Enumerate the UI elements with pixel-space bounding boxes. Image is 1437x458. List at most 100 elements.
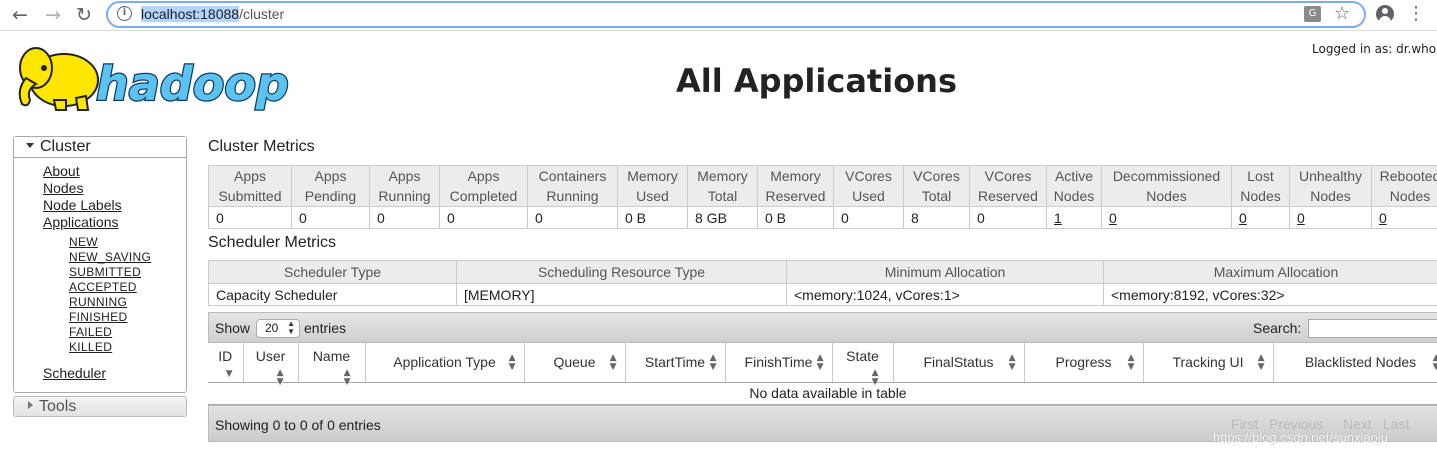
metric-link[interactable]: 0 (1109, 210, 1117, 226)
sidebar-cluster-header[interactable]: Cluster (14, 137, 186, 158)
metric-value-rebooted-nodes[interactable]: 0 (1371, 206, 1437, 229)
more-menu-icon[interactable]: ⋮ (1407, 3, 1425, 24)
sidebar-state-finished[interactable]: FINISHED (69, 310, 127, 324)
metric-value-memory-total: 8 GB (687, 206, 758, 229)
sidebar-item-about[interactable]: About (43, 163, 80, 179)
empty-table-message: No data available in table (208, 382, 1437, 405)
metric-header-containers-running: Containers Running (527, 165, 618, 207)
column-header-state[interactable]: State ▲ ▼ (832, 343, 894, 387)
sort-icon[interactable]: ▲ ▼ (509, 354, 516, 372)
entries-label: entries (304, 320, 347, 336)
metric-header-line: Used (852, 188, 885, 204)
column-header-id[interactable]: ID ▼ (208, 343, 244, 383)
forward-arrow-icon[interactable]: → (41, 3, 65, 27)
hadoop-logo[interactable]: hadoop (14, 38, 314, 112)
metric-header-line: Memory (627, 168, 678, 184)
sidebar-state-failed[interactable]: FAILED (69, 325, 112, 339)
metric-header-line: Active (1054, 168, 1094, 184)
column-header-queue[interactable]: Queue ▲ ▼ (524, 343, 626, 383)
sort-icon[interactable]: ▲ ▼ (817, 354, 824, 372)
url-text[interactable]: localhost:18088/cluster (141, 6, 284, 22)
column-header-application-type[interactable]: Application Type ▲ ▼ (365, 343, 525, 383)
metric-header-vcores-reserved: VCores Reserved (969, 165, 1047, 207)
metric-link[interactable]: 0 (1297, 210, 1305, 226)
metric-value-decommissioned-nodes[interactable]: 0 (1101, 206, 1232, 229)
translate-icon[interactable]: G (1304, 6, 1321, 22)
page-title: All Applications (676, 62, 957, 100)
sidebar-state-submitted[interactable]: SUBMITTED (69, 265, 141, 279)
reload-icon[interactable]: ↻ (72, 3, 96, 27)
column-header-finishtime[interactable]: FinishTime ▲ ▼ (725, 343, 833, 383)
apps-empty-row: No data available in table (208, 382, 1437, 405)
apps-header-row: ID ▼ User ▲ ▼ Name ▲ ▼ Application Type ▲ ▼ Queue ▲ ▼… (208, 343, 1437, 387)
search-input[interactable] (1308, 319, 1437, 338)
metric-header-line: Nodes (1389, 188, 1431, 204)
metric-header-line: Reserved (765, 188, 826, 204)
browser-toolbar: ← → ↻ i localhost:18088/cluster G ☆ ⋮ (0, 0, 1437, 31)
metric-header-line: Pending (304, 188, 357, 204)
column-label: Progress (1055, 354, 1112, 371)
url-path: /cluster (239, 6, 285, 22)
metric-value-active-nodes[interactable]: 1 (1046, 206, 1102, 229)
sort-icon[interactable]: ▲ ▼ (1433, 354, 1437, 372)
metric-header-line: Apps (467, 168, 500, 184)
sidebar-item-applications[interactable]: Applications (43, 214, 119, 230)
metric-header-line: Nodes (1310, 188, 1351, 204)
account-icon[interactable] (1376, 5, 1394, 23)
column-header-tracking-ui[interactable]: Tracking UI ▲ ▼ (1143, 343, 1274, 383)
metric-header-line: Used (636, 188, 669, 204)
metric-header-line: Running (378, 188, 431, 204)
metric-header-line: Completed (449, 188, 518, 204)
sort-icon[interactable]: ▲ ▼ (277, 369, 284, 387)
page-length-select[interactable]: 20 ▲ ▼ (256, 319, 300, 338)
bookmark-star-icon[interactable]: ☆ (1334, 3, 1350, 24)
address-bar[interactable]: i localhost:18088/cluster G ☆ (106, 1, 1366, 28)
sort-icon[interactable]: ▲ ▼ (1009, 354, 1016, 372)
metric-header-decommissioned-nodes: Decommissioned Nodes (1101, 165, 1232, 207)
sidebar-item-node-labels[interactable]: Node Labels (43, 197, 122, 213)
sidebar-state-new-saving[interactable]: NEW_SAVING (69, 250, 151, 264)
column-label: Queue (553, 354, 596, 371)
metric-value-memory-reserved: 0 B (757, 206, 834, 229)
column-header-user[interactable]: User ▲ ▼ (243, 343, 299, 387)
scheduler-header-minimum-allocation: Minimum Allocation (786, 260, 1104, 284)
watermark: https://blog.csdn.net/sunxiaoju (1213, 430, 1388, 445)
sidebar-state-new[interactable]: NEW (69, 235, 98, 249)
column-label: State (846, 348, 879, 364)
sort-icon[interactable]: ▲ ▼ (872, 369, 879, 387)
metric-header-apps-running: Apps Running (369, 165, 440, 207)
table-info: Showing 0 to 0 of 0 entries (215, 417, 381, 433)
scheduler-metrics-header-row: Scheduler Type Scheduling Resource Type Mi… (208, 260, 1437, 284)
info-icon[interactable]: i (117, 6, 132, 21)
sidebar-tools-header[interactable]: Tools (13, 396, 187, 417)
sort-icon[interactable]: ▲ ▼ (344, 369, 351, 387)
column-header-name[interactable]: Name ▲ ▼ (298, 343, 366, 387)
sidebar-item-nodes[interactable]: Nodes (43, 180, 83, 196)
back-arrow-icon[interactable]: ← (8, 3, 32, 27)
sidebar-state-running[interactable]: RUNNING (69, 295, 127, 309)
metric-link[interactable]: 1 (1054, 210, 1062, 226)
scheduler-metrics-value-row: Capacity Scheduler [MEMORY] <memory:1024, … (208, 283, 1437, 306)
metric-value-unhealthy-nodes[interactable]: 0 (1289, 206, 1372, 229)
metric-header-line: Reserved (978, 188, 1038, 204)
metric-value-lost-nodes[interactable]: 0 (1231, 206, 1290, 229)
sort-icon[interactable]: ▼ (226, 370, 233, 379)
sort-icon[interactable]: ▲ ▼ (1128, 354, 1135, 372)
column-label: ID (218, 348, 233, 364)
metric-link[interactable]: 0 (1379, 210, 1387, 226)
sidebar-item-scheduler[interactable]: Scheduler (43, 365, 106, 381)
metric-value-vcores-used: 0 (833, 206, 904, 229)
column-label: Name (312, 348, 351, 364)
sort-icon[interactable]: ▲ ▼ (610, 354, 617, 372)
sidebar-state-accepted[interactable]: ACCEPTED (69, 280, 137, 294)
column-label: Tracking UI (1172, 354, 1244, 371)
sort-icon[interactable]: ▲ ▼ (1258, 354, 1265, 372)
column-header-progress[interactable]: Progress ▲ ▼ (1024, 343, 1144, 383)
sidebar-state-killed[interactable]: KILLED (69, 340, 112, 354)
sort-icon[interactable]: ▲ ▼ (710, 354, 717, 372)
column-header-starttime[interactable]: StartTime ▲ ▼ (625, 343, 726, 383)
metric-header-apps-completed: Apps Completed (439, 165, 528, 207)
column-header-blacklisted-nodes[interactable]: Blacklisted Nodes ▲ ▼ (1273, 343, 1437, 383)
metric-link[interactable]: 0 (1239, 210, 1247, 226)
column-header-finalstatus[interactable]: FinalStatus ▲ ▼ (893, 343, 1025, 383)
